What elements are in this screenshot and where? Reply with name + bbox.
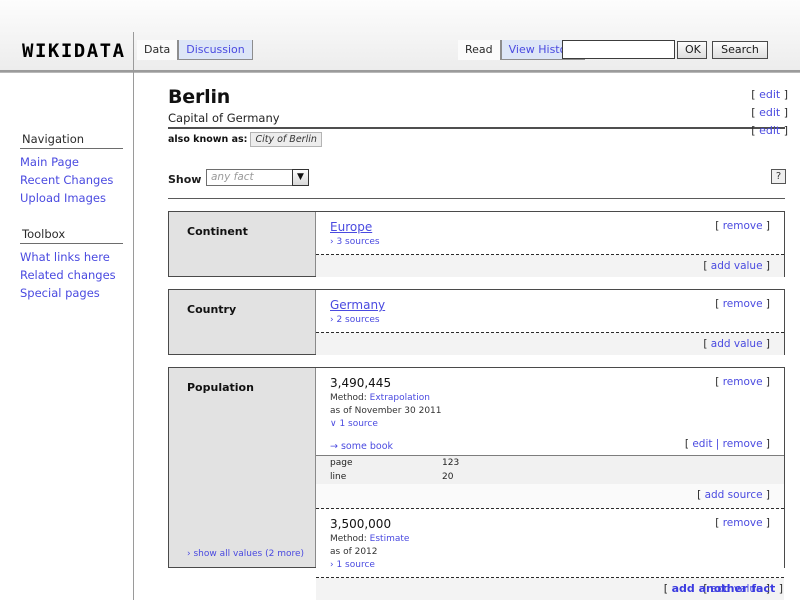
source-edit-remove-button[interactable]: [ edit | remove ] — [685, 438, 770, 450]
sources-toggle[interactable]: ∨ 1 source — [330, 419, 784, 429]
add-value-button[interactable]: [ add value ] — [703, 338, 770, 350]
also-known-as-label: also known as: — [168, 133, 248, 145]
header-divider — [0, 70, 800, 72]
fact-label-cell: Population › show all values (2 more) — [169, 367, 316, 567]
remove-value-button[interactable]: [ remove ] — [715, 517, 770, 529]
sidebar-item-upload-images[interactable]: Upload Images — [20, 191, 133, 205]
edit-title-button[interactable]: [ edit ] — [751, 88, 788, 101]
sidebar-item-what-links-here[interactable]: What links here — [20, 250, 133, 264]
source-field-key: page — [330, 457, 353, 468]
show-label: Show — [168, 172, 202, 186]
also-known-as-row: also known as: City of Berlin — [168, 131, 788, 147]
add-source-button[interactable]: [ add source ] — [697, 489, 770, 501]
fact-filter-value: any fact — [211, 170, 254, 183]
top-bar: WIKIDATA Data Discussion Read View History… — [0, 0, 800, 73]
fact-value-method: Method: Extrapolation — [330, 393, 784, 403]
sidebar-item-main-page[interactable]: Main Page — [20, 155, 133, 169]
sidebar-heading-toolbox: Toolbox — [22, 227, 66, 241]
fact-filter-select[interactable]: any fact ▼ — [206, 168, 309, 186]
add-another-fact-button[interactable]: [ add another fact ] — [664, 582, 783, 595]
edit-aliases-button[interactable]: [ edit ] — [751, 124, 788, 137]
main-content: Berlin Capital of Germany also known as:… — [168, 86, 788, 600]
tab-read[interactable]: Read — [458, 40, 501, 60]
sidebar-rule-navigation — [20, 148, 123, 149]
search-button[interactable]: Search — [712, 41, 768, 59]
filter-row: Show any fact ▼ ? — [168, 168, 788, 191]
fact-row: Population › show all values (2 more) 3,… — [168, 366, 785, 600]
method-label: Method: — [330, 392, 367, 403]
title-divider — [168, 127, 785, 129]
fact-value-asof: as of 2012 — [330, 546, 378, 557]
sources-toggle[interactable]: › 3 sources — [330, 237, 784, 247]
sidebar-item-related-changes[interactable]: Related changes — [20, 268, 133, 282]
sources-toggle[interactable]: › 1 source — [330, 560, 784, 570]
fact-value-row: 3,490,445 Method: Extrapolation as of No… — [316, 367, 784, 436]
method-value[interactable]: Extrapolation — [370, 393, 430, 403]
source-field-row: line 20 — [316, 469, 784, 484]
source-field-row: page 123 — [316, 455, 784, 470]
add-value-row: [ add value ] — [316, 332, 784, 355]
site-logo: WIKIDATA — [22, 40, 126, 62]
sidebar-rule-toolbox — [20, 243, 123, 244]
fact-value-row: Germany › 2 sources [ remove ] — [316, 289, 784, 332]
search-input[interactable] — [562, 40, 675, 59]
add-fact-row: [ add another fact ] — [168, 582, 785, 600]
fact-value-method: Method: Estimate — [330, 534, 784, 544]
fact-body: 3,490,445 Method: Extrapolation as of No… — [316, 367, 784, 600]
remove-value-button[interactable]: [ remove ] — [715, 220, 770, 232]
help-icon[interactable]: ? — [771, 168, 786, 184]
fact-label: Country — [187, 302, 237, 316]
source-field-value: 20 — [442, 471, 454, 482]
add-source-row: [ add source ] — [316, 483, 784, 508]
sources-toggle[interactable]: › 2 sources — [330, 315, 784, 325]
source-link[interactable]: → some book — [330, 441, 393, 452]
chevron-down-icon: ▼ — [292, 168, 309, 186]
fact-value-row: Europe › 3 sources [ remove ] — [316, 211, 784, 254]
fact-label: Continent — [187, 224, 248, 238]
alias-badge: City of Berlin — [250, 131, 322, 147]
fact-label-cell: Continent — [169, 211, 316, 276]
tab-discussion[interactable]: Discussion — [178, 40, 253, 60]
fact-label-cell: Country — [169, 289, 316, 354]
remove-value-button[interactable]: [ remove ] — [715, 376, 770, 388]
page-subtitle: Capital of Germany — [168, 111, 280, 125]
filter-divider — [168, 197, 785, 199]
fact-body: Germany › 2 sources [ remove ] [ add val… — [316, 289, 784, 355]
sidebar-item-recent-changes[interactable]: Recent Changes — [20, 173, 133, 187]
add-value-button[interactable]: [ add value ] — [703, 260, 770, 272]
fact-row: Continent Europe › 3 sources [ remove ] … — [168, 210, 785, 277]
ok-button[interactable]: OK — [677, 41, 707, 59]
source-field-key: line — [330, 471, 347, 482]
remove-value-button[interactable]: [ remove ] — [715, 298, 770, 310]
add-value-row: [ add value ] — [316, 254, 784, 277]
sidebar-heading-navigation: Navigation — [22, 132, 85, 146]
fact-label: Population — [187, 380, 254, 394]
show-all-values-link[interactable]: › show all values (2 more) — [187, 549, 304, 559]
fact-value-asof: as of November 30 2011 — [330, 405, 442, 416]
title-block: Berlin Capital of Germany also known as:… — [168, 86, 788, 147]
method-label: Method: — [330, 533, 367, 544]
fact-value-row: 3,500,000 Method: Estimate as of 2012 › … — [316, 508, 784, 577]
left-tab-strip: Data Discussion — [137, 40, 253, 62]
fact-body: Europe › 3 sources [ remove ] [ add valu… — [316, 211, 784, 277]
sidebar: Navigation Main Page Recent Changes Uplo… — [0, 132, 133, 304]
tab-data[interactable]: Data — [137, 40, 179, 60]
method-value[interactable]: Estimate — [370, 534, 410, 544]
fact-row: Country Germany › 2 sources [ remove ] [… — [168, 288, 785, 355]
sidebar-divider — [133, 32, 134, 600]
source-row: → some book [ edit | remove ] — [316, 435, 784, 456]
source-field-value: 123 — [442, 457, 460, 468]
page-title: Berlin — [168, 86, 231, 108]
edit-subtitle-button[interactable]: [ edit ] — [751, 106, 788, 119]
sidebar-item-special-pages[interactable]: Special pages — [20, 286, 133, 300]
